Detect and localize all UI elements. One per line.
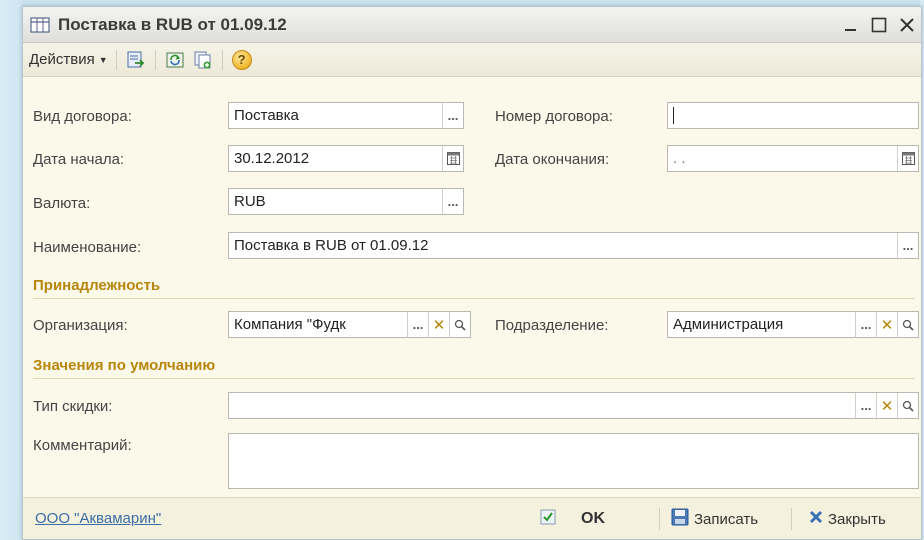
currency-value: RUB [234, 193, 266, 210]
close-x-icon [809, 510, 823, 528]
currency-field[interactable]: RUB ... [228, 188, 464, 215]
organization-label: Организация: [33, 317, 128, 334]
start-date-field[interactable]: 30.12.2012 [228, 145, 464, 172]
toolbar-separator [115, 49, 117, 70]
contract-window: Поставка в RUB от 01.09.12 Действия ▼ ? … [22, 6, 922, 540]
actions-menu-button[interactable]: Действия ▼ [29, 51, 108, 68]
name-label: Наименование: [33, 239, 142, 256]
toolbar-separator [221, 49, 223, 70]
floppy-disk-icon [671, 508, 689, 530]
clear-icon[interactable]: ✕ [876, 393, 897, 418]
end-date-label: Дата окончания: [495, 151, 610, 168]
actions-menu-label: Действия [29, 51, 95, 68]
search-icon[interactable] [897, 312, 918, 337]
clear-icon[interactable]: ✕ [876, 312, 897, 337]
search-icon[interactable] [449, 312, 470, 337]
discount-type-field[interactable]: ... ✕ [228, 392, 919, 419]
toolbar: Действия ▼ ? [23, 43, 921, 77]
maximize-icon[interactable] [871, 17, 887, 33]
comment-field[interactable] [228, 433, 919, 489]
select-button[interactable]: ... [855, 393, 876, 418]
department-field[interactable]: Администрация ... ✕ [667, 311, 919, 338]
select-button[interactable]: ... [442, 103, 463, 128]
table-icon [30, 16, 50, 33]
organization-link[interactable]: ООО "Аквамарин" [35, 510, 161, 527]
desktop-backdrop [0, 0, 22, 540]
currency-label: Валюта: [33, 195, 91, 212]
save-label: Записать [694, 510, 759, 528]
help-icon[interactable]: ? [231, 49, 253, 71]
start-date-value: 30.12.2012 [234, 150, 310, 167]
end-date-field[interactable]: . . [667, 145, 919, 172]
select-button[interactable]: ... [897, 233, 918, 258]
calendar-icon[interactable] [897, 146, 918, 171]
copy-document-icon[interactable] [192, 49, 214, 71]
checkmark-icon [540, 509, 556, 529]
discount-type-label: Тип скидки: [33, 398, 113, 415]
defaults-section-title: Значения по умолчанию [33, 357, 216, 374]
ok-button[interactable]: OK [540, 507, 605, 531]
help-icon-glyph: ? [231, 49, 252, 70]
window-title: Поставка в RUB от 01.09.12 [58, 14, 287, 34]
department-label: Подразделение: [495, 317, 609, 334]
bottom-separator [791, 508, 792, 530]
title-bar[interactable]: Поставка в RUB от 01.09.12 [23, 7, 921, 43]
post-document-icon[interactable] [125, 49, 147, 71]
save-button[interactable]: Записать [671, 507, 758, 531]
contract-type-label: Вид договора: [33, 108, 132, 125]
chevron-down-icon: ▼ [98, 54, 108, 65]
refresh-icon[interactable] [164, 49, 186, 71]
start-date-label: Дата начала: [33, 151, 125, 168]
close-icon[interactable] [899, 17, 915, 33]
section-divider [33, 298, 915, 299]
name-field[interactable]: Поставка в RUB от 01.09.12 ... [228, 232, 919, 259]
clear-icon[interactable]: ✕ [428, 312, 449, 337]
ok-label: OK [581, 510, 605, 527]
search-icon[interactable] [897, 393, 918, 418]
organization-value: Компания "Фудк [234, 316, 346, 333]
select-button[interactable]: ... [855, 312, 876, 337]
bottom-bar: ООО "Аквамарин" OK Записать Закрыть [23, 497, 921, 539]
ownership-section-title: Принадлежность [33, 277, 161, 294]
bottom-separator [659, 508, 660, 530]
text-cursor [673, 107, 674, 124]
select-button[interactable]: ... [442, 189, 463, 214]
section-divider [33, 378, 915, 379]
toolbar-separator [154, 49, 156, 70]
organization-field[interactable]: Компания "Фудк ... ✕ [228, 311, 471, 338]
comment-value [229, 434, 918, 438]
department-value: Администрация [673, 316, 784, 333]
close-button[interactable]: Закрыть [809, 507, 886, 531]
select-button[interactable]: ... [407, 312, 428, 337]
contract-number-field[interactable] [667, 102, 919, 129]
calendar-icon[interactable] [442, 146, 463, 171]
end-date-value: . . [673, 150, 686, 167]
comment-label: Комментарий: [33, 437, 132, 454]
close-label: Закрыть [828, 510, 886, 528]
contract-number-label: Номер договора: [495, 108, 613, 125]
contract-type-field[interactable]: Поставка ... [228, 102, 464, 129]
minimize-icon[interactable] [843, 17, 859, 33]
contract-type-value: Поставка [234, 107, 299, 124]
name-value: Поставка в RUB от 01.09.12 [234, 237, 429, 254]
